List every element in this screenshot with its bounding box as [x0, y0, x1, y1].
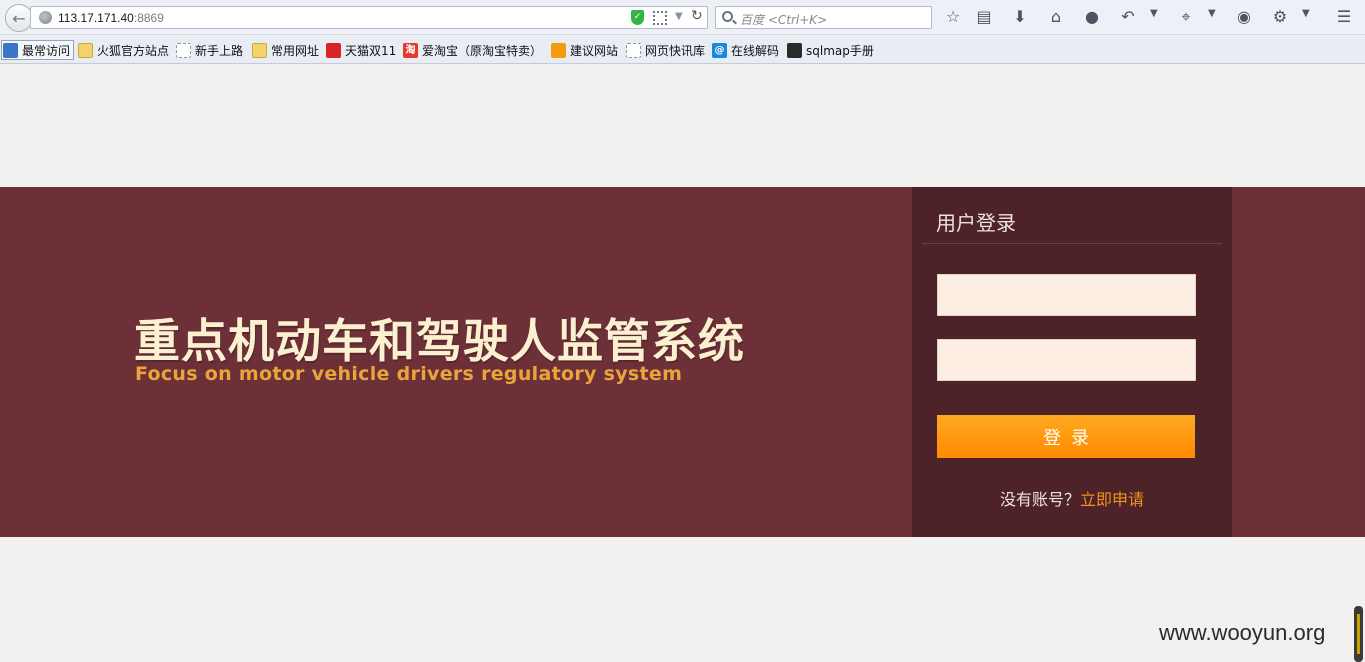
bookmark-label: 天猫双11 [345, 43, 397, 58]
bookmark-tmall[interactable]: 天猫双11 [326, 40, 396, 60]
reading-list-icon[interactable]: ▤ [973, 6, 995, 28]
chat-icon[interactable]: ● [1081, 6, 1103, 28]
bookmark-suggested-sites[interactable]: 建议网站 [551, 40, 618, 60]
system-title: 重点机动车和驾驶人监管系统 [134, 314, 745, 368]
page-icon [626, 42, 641, 58]
bookmark-online-decode[interactable]: @ 在线解码 [712, 40, 779, 60]
undo-dropdown-icon[interactable]: ▼ [1150, 8, 1158, 19]
bookmark-aitaobao[interactable]: 淘爱淘宝（原淘宝特卖） [403, 40, 542, 60]
undo-icon[interactable]: ↶ [1117, 6, 1139, 28]
register-link[interactable]: 立即申请 [1080, 490, 1144, 509]
comment-icon[interactable]: ◉ [1233, 6, 1255, 28]
tools-dropdown-icon[interactable]: ▼ [1302, 8, 1310, 19]
bookmark-firefox-official[interactable]: 火狐官方站点 [78, 40, 169, 60]
login-panel: 用户登录 登录 没有账号？立即申请 [912, 187, 1232, 537]
url-text: 113.17.171.40:8869 [58, 11, 164, 25]
bookmark-label: 在线解码 [731, 43, 780, 58]
bookmarks-bar: 最常访问 火狐官方站点 新手上路 常用网址 天猫双11 淘爱淘宝（原淘宝特卖） … [0, 36, 1365, 64]
bookmark-label: 火狐官方站点 [97, 43, 170, 58]
register-prompt: 没有账号？立即申请 [912, 486, 1232, 510]
tools-icon[interactable]: ⚙ [1269, 6, 1291, 28]
url-history-dropdown-icon[interactable]: ▼ [675, 11, 683, 22]
login-button[interactable]: 登录 [937, 415, 1195, 458]
browser-toolbar: ← 113.17.171.40:8869 ✓ ▼ ↻ 百度 <Ctrl+K> ☆… [0, 0, 1365, 35]
sqlmap-icon [787, 42, 802, 58]
search-placeholder: 百度 <Ctrl+K> [740, 13, 828, 27]
login-divider [922, 243, 1222, 244]
bookmark-most-visited[interactable]: 最常访问 [1, 40, 75, 60]
login-title: 用户登录 [936, 211, 1016, 235]
back-button[interactable]: ← [5, 4, 33, 32]
crop-icon[interactable]: ⌖ [1175, 6, 1197, 28]
home-icon[interactable]: ⌂ [1045, 6, 1067, 28]
address-bar[interactable]: 113.17.171.40:8869 ✓ ▼ ↻ [30, 6, 708, 29]
bookmark-label: 建议网站 [570, 43, 619, 58]
bookmark-label: sqlmap手册 [806, 43, 874, 58]
bookmark-label: 新手上路 [195, 43, 244, 58]
star-icon[interactable]: ☆ [942, 6, 964, 28]
reload-icon[interactable]: ↻ [691, 8, 703, 24]
shield-icon[interactable]: ✓ [631, 10, 644, 25]
bookmark-label: 网页快讯库 [645, 43, 706, 58]
tmall-icon [326, 42, 341, 58]
system-subtitle: Focus on motor vehicle drivers regulator… [135, 363, 683, 385]
watermark: www.wooyun.org [1159, 620, 1326, 645]
username-input[interactable] [937, 274, 1196, 316]
back-arrow-icon: ← [12, 8, 26, 28]
lightbulb-icon [551, 42, 566, 58]
taobao-icon: 淘 [403, 42, 418, 58]
search-icon [722, 11, 733, 22]
folder-icon [252, 42, 267, 58]
menu-icon[interactable]: ☰ [1333, 6, 1355, 28]
banner: 重点机动车和驾驶人监管系统 Focus on motor vehicle dri… [0, 187, 1365, 537]
url-host: 113.17.171.40 [58, 11, 134, 25]
no-account-text: 没有账号？ [999, 490, 1080, 509]
bookmark-web-slices[interactable]: 网页快讯库 [626, 40, 705, 60]
search-bar[interactable]: 百度 <Ctrl+K> [715, 6, 932, 29]
page-icon [176, 42, 191, 58]
folder-icon [78, 42, 93, 58]
crop-dropdown-icon[interactable]: ▼ [1208, 8, 1216, 19]
bookmark-getting-started[interactable]: 新手上路 [176, 40, 243, 60]
page-content: 重点机动车和驾驶人监管系统 Focus on motor vehicle dri… [0, 64, 1365, 662]
most-visited-icon [3, 42, 18, 58]
bookmark-label: 最常访问 [22, 43, 71, 58]
bookmark-label: 爱淘宝（原淘宝特卖） [422, 43, 543, 58]
password-input[interactable] [937, 339, 1196, 381]
url-port: :8869 [133, 11, 164, 25]
site-identity-icon[interactable] [39, 11, 52, 24]
bookmark-common-sites[interactable]: 常用网址 [252, 40, 319, 60]
scrollbar-thumb[interactable] [1354, 606, 1363, 662]
qr-code-icon[interactable] [653, 11, 667, 25]
bookmark-sqlmap-manual[interactable]: sqlmap手册 [787, 40, 874, 60]
bookmark-label: 常用网址 [271, 43, 320, 58]
download-icon[interactable]: ⬇ [1009, 6, 1031, 28]
decode-icon: @ [712, 42, 727, 58]
